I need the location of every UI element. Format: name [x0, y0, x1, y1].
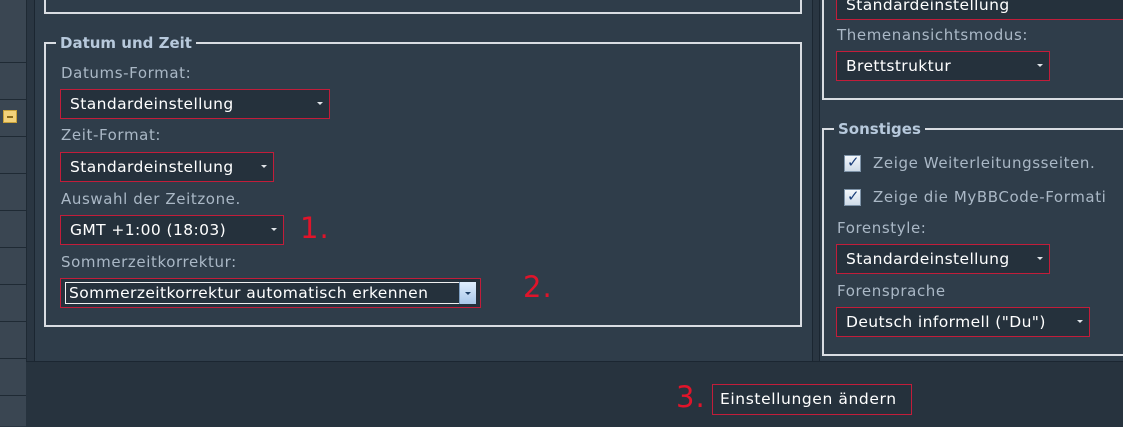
zeit-format-select[interactable]: Standardeinstellung — [60, 152, 274, 182]
marker-3: 3. — [676, 380, 706, 414]
sonstiges-legend: Sonstiges — [838, 120, 921, 138]
einstellungen-aendern-button[interactable]: Einstellungen ändern — [712, 384, 912, 415]
forenstyle-select[interactable]: Standardeinstellung — [836, 244, 1050, 274]
sommerzeit-select[interactable]: Sommerzeitkorrektur automatisch erkennen — [60, 278, 481, 308]
sommerzeit-label: Sommerzeitkorrektur: — [61, 253, 237, 271]
rail-divider — [0, 136, 26, 137]
zeitzone-value: GMT +1:00 (18:03) — [70, 221, 227, 239]
previous-fieldset — [44, 0, 802, 14]
forenstyle-label: Forenstyle: — [837, 219, 927, 237]
zeitzone-select[interactable]: GMT +1:00 (18:03) — [60, 215, 284, 245]
rail-divider — [0, 247, 26, 248]
rail-divider — [0, 173, 26, 174]
chevron-down-icon — [1037, 257, 1043, 260]
forenstyle-value: Standardeinstellung — [846, 250, 1010, 268]
sommerzeit-value: Sommerzeitkorrektur automatisch erkennen — [69, 284, 429, 302]
zeitzone-label: Auswahl der Zeitzone. — [61, 190, 241, 208]
themenansicht-value: Brettstruktur — [846, 57, 952, 75]
datum-zeit-legend: Datum und Zeit — [60, 34, 192, 52]
rail-divider — [0, 395, 26, 396]
weiterleitung-label: Zeige Weiterleitungsseiten. — [873, 154, 1096, 172]
forensprache-label: Forensprache — [837, 282, 946, 300]
chevron-down-icon[interactable] — [459, 282, 476, 304]
datums-format-value: Standardeinstellung — [70, 95, 234, 113]
datums-format-select[interactable]: Standardeinstellung — [60, 89, 330, 119]
chevron-down-icon — [1037, 64, 1043, 67]
zeit-format-value: Standardeinstellung — [70, 158, 234, 176]
marker-2: 2. — [523, 270, 553, 304]
chevron-down-icon — [317, 102, 323, 105]
rail-divider — [0, 62, 26, 63]
rail-divider — [0, 284, 26, 285]
left-rail — [0, 0, 27, 426]
minus-box-icon[interactable] — [3, 110, 17, 123]
themenansicht-select[interactable]: Brettstruktur — [836, 51, 1050, 81]
mybbcode-label: Zeige die MyBBCode-Formati — [873, 188, 1107, 206]
top-right-select[interactable]: Standardeinstellung — [836, 0, 1123, 20]
weiterleitung-checkbox[interactable] — [844, 153, 861, 172]
chevron-down-icon — [1077, 320, 1083, 323]
chevron-down-icon — [261, 165, 267, 168]
rail-divider — [0, 321, 26, 322]
chevron-down-icon — [271, 228, 277, 231]
top-right-select-value: Standardeinstellung — [846, 0, 1010, 14]
themenansicht-label: Themenansichtsmodus: — [837, 26, 1029, 44]
rail-divider — [0, 358, 26, 359]
forensprache-select[interactable]: Deutsch informell ("Du") — [836, 307, 1090, 337]
datums-format-label: Datums-Format: — [61, 64, 192, 82]
zeit-format-label: Zeit-Format: — [61, 126, 162, 144]
rail-divider — [0, 210, 26, 211]
marker-1: 1. — [300, 211, 330, 245]
mybbcode-checkbox[interactable] — [844, 187, 861, 206]
forensprache-value: Deutsch informell ("Du") — [846, 313, 1046, 331]
bottom-bar — [26, 361, 1123, 427]
rail-divider — [0, 99, 26, 100]
